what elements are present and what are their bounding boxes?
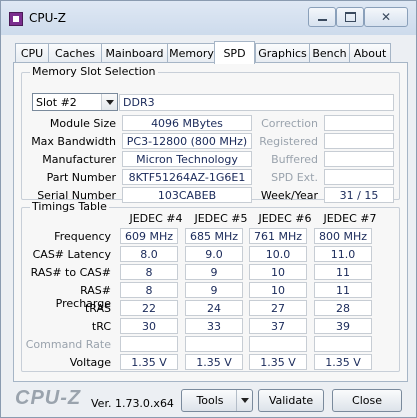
tab-bench[interactable]: Bench bbox=[309, 43, 350, 63]
timing-cell: 11 bbox=[314, 264, 372, 280]
timing-cell: 33 bbox=[185, 318, 243, 334]
title-bar[interactable]: CPU-Z ✕ bbox=[1, 1, 416, 35]
trc-label: tRC bbox=[91, 320, 111, 333]
window-title: CPU-Z bbox=[29, 11, 66, 25]
timing-cell: 11.0 bbox=[314, 246, 372, 262]
timing-cell: 37 bbox=[249, 318, 307, 334]
timing-cell: 10 bbox=[249, 264, 307, 280]
timing-cell: 8 bbox=[120, 264, 178, 280]
timing-cell bbox=[185, 336, 243, 352]
timing-cell: 27 bbox=[249, 300, 307, 316]
minimize-button[interactable] bbox=[308, 7, 336, 27]
tab-graphics[interactable]: Graphics bbox=[255, 43, 310, 63]
tab-mainboard[interactable]: Mainboard bbox=[101, 43, 168, 63]
timing-cell: 8.0 bbox=[120, 246, 178, 262]
cpuz-app-icon bbox=[9, 12, 23, 26]
timings-group-title: Timings Table bbox=[30, 200, 109, 213]
correction-value bbox=[324, 115, 394, 131]
timing-cell: 8 bbox=[120, 282, 178, 298]
timing-cell: 1.35 V bbox=[120, 354, 178, 370]
version-label: Ver. 1.73.0.x64 bbox=[91, 397, 174, 410]
module-size-value: 4096 MBytes bbox=[122, 115, 252, 131]
slot-select[interactable]: Slot #2 bbox=[32, 93, 118, 111]
column-header: JEDEC #6 bbox=[258, 212, 312, 225]
timing-cell bbox=[314, 336, 372, 352]
cpuz-brand-logo: CPU-Z bbox=[15, 387, 82, 409]
timing-cell bbox=[120, 336, 178, 352]
timing-cell: 9 bbox=[185, 282, 243, 298]
part-number-value: 8KTF51264AZ-1G6E1 bbox=[122, 169, 252, 185]
timing-cell: 761 MHz bbox=[249, 228, 307, 244]
spd-panel: Memory Slot Selection Slot #2 DDR3 Modul… bbox=[13, 62, 408, 382]
correction-label: Correction bbox=[261, 117, 318, 130]
manufacturer-value: Micron Technology bbox=[122, 151, 252, 167]
module-size-label: Module Size bbox=[49, 117, 116, 130]
week-year-value: 31 / 15 bbox=[324, 187, 394, 203]
spd-ext-label: SPD Ext. bbox=[271, 171, 318, 184]
timing-cell: 22 bbox=[120, 300, 178, 316]
timing-cell: 10.0 bbox=[249, 246, 307, 262]
column-header: JEDEC #5 bbox=[194, 212, 248, 225]
timing-cell: 685 MHz bbox=[185, 228, 243, 244]
timing-cell: 1.35 V bbox=[249, 354, 307, 370]
timing-cell: 24 bbox=[185, 300, 243, 316]
slot-select-value: Slot #2 bbox=[36, 95, 77, 109]
tab-memory[interactable]: Memory bbox=[167, 43, 216, 63]
tab-about[interactable]: About bbox=[349, 43, 391, 63]
close-button[interactable]: Close bbox=[332, 389, 402, 412]
tools-button-label: Tools bbox=[196, 394, 224, 407]
close-icon: ✕ bbox=[380, 10, 392, 24]
timing-cell: 609 MHz bbox=[120, 228, 178, 244]
chevron-down-icon[interactable] bbox=[236, 390, 252, 411]
max-bandwidth-value: PC3-12800 (800 MHz) bbox=[122, 133, 252, 149]
spd-ext-value bbox=[324, 169, 394, 185]
serial-number-value: 103CABEB bbox=[122, 187, 252, 203]
column-header: JEDEC #4 bbox=[129, 212, 183, 225]
column-header: JEDEC #7 bbox=[323, 212, 377, 225]
timing-cell: 39 bbox=[314, 318, 372, 334]
voltage-label: Voltage bbox=[69, 356, 111, 369]
tools-button[interactable]: Tools bbox=[181, 389, 253, 412]
timing-cell: 800 MHz bbox=[314, 228, 372, 244]
registered-label: Registered bbox=[259, 135, 318, 148]
buffered-label: Buffered bbox=[271, 153, 318, 166]
timing-cell: 10 bbox=[249, 282, 307, 298]
timing-cell: 11 bbox=[314, 282, 372, 298]
timing-cell: 9.0 bbox=[185, 246, 243, 262]
validate-button[interactable]: Validate bbox=[258, 389, 324, 412]
buffered-value bbox=[324, 151, 394, 167]
timing-cell bbox=[249, 336, 307, 352]
cas-latency-label: CAS# Latency bbox=[32, 248, 111, 261]
tab-bar: CPU Caches Mainboard Memory SPD Graphics… bbox=[15, 41, 407, 64]
manufacturer-label: Manufacturer bbox=[42, 153, 116, 166]
close-window-button[interactable]: ✕ bbox=[364, 7, 408, 27]
frequency-label: Frequency bbox=[54, 230, 111, 243]
tab-caches[interactable]: Caches bbox=[48, 43, 102, 63]
tab-cpu[interactable]: CPU bbox=[15, 43, 49, 63]
part-number-label: Part Number bbox=[46, 171, 116, 184]
timing-cell: 1.35 V bbox=[314, 354, 372, 370]
cpuz-window: CPU-Z ✕ CPU Caches Mainboard Memory SPD … bbox=[0, 0, 417, 418]
timing-cell: 1.35 V bbox=[185, 354, 243, 370]
tab-spd[interactable]: SPD bbox=[214, 41, 255, 64]
timings-group: Timings Table JEDEC #4 JEDEC #5 JEDEC #6… bbox=[21, 200, 400, 372]
memory-slot-group: Memory Slot Selection Slot #2 DDR3 Modul… bbox=[21, 65, 400, 203]
week-year-label: Week/Year bbox=[260, 189, 318, 202]
memory-type-field: DDR3 bbox=[119, 94, 394, 111]
maximize-button[interactable] bbox=[336, 7, 364, 27]
registered-value bbox=[324, 133, 394, 149]
tras-label: tRAS bbox=[84, 302, 111, 315]
chevron-down-icon[interactable] bbox=[101, 94, 117, 110]
timing-cell: 28 bbox=[314, 300, 372, 316]
command-rate-label: Command Rate bbox=[25, 338, 111, 351]
timing-cell: 9 bbox=[185, 264, 243, 280]
timing-cell: 30 bbox=[120, 318, 178, 334]
memory-slot-group-title: Memory Slot Selection bbox=[30, 65, 158, 78]
ras-to-cas-label: RAS# to CAS# bbox=[30, 266, 111, 279]
max-bandwidth-label: Max Bandwidth bbox=[31, 135, 116, 148]
